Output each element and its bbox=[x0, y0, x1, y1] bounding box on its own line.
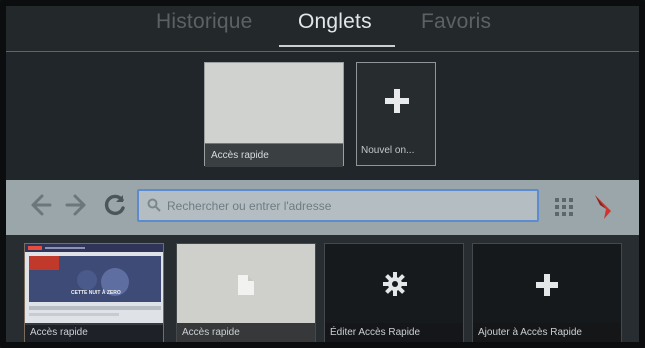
tab-onglets[interactable]: Onglets bbox=[298, 10, 372, 34]
browser-screen: Historique Onglets Favoris Accès rapide … bbox=[0, 0, 645, 348]
add-speed-dial-label: Ajouter à Accès Rapide bbox=[473, 323, 621, 342]
tab-thumbnail bbox=[205, 63, 343, 143]
edit-speed-dial-label: Éditer Accès Rapide bbox=[325, 323, 463, 342]
search-field[interactable] bbox=[137, 189, 539, 222]
thumbnail-headline: CETTE NUIT À ZERO bbox=[71, 290, 121, 296]
address-bar bbox=[6, 180, 639, 235]
tab-tile-speed-dial[interactable]: Accès rapide bbox=[204, 62, 344, 167]
speed-dial-label: Accès rapide bbox=[25, 323, 163, 342]
back-arrow-icon[interactable] bbox=[30, 193, 52, 217]
new-tab-tile[interactable]: Nouvel on... bbox=[356, 62, 436, 166]
gear-icon bbox=[383, 272, 407, 296]
edit-speed-dial-tile[interactable]: Éditer Accès Rapide bbox=[324, 243, 464, 342]
open-tabs-area: Accès rapide Nouvel on... bbox=[6, 52, 639, 180]
plus-icon bbox=[536, 274, 558, 296]
reload-icon[interactable] bbox=[103, 193, 127, 217]
speed-dial-tile-blank[interactable]: Accès rapide bbox=[176, 243, 316, 342]
plus-icon bbox=[385, 89, 409, 113]
apps-grid-icon[interactable] bbox=[554, 197, 574, 217]
speed-dial-area: CETTE NUIT À ZERO Accès rapide Accès rap… bbox=[6, 235, 639, 342]
tab-tile-label: Accès rapide bbox=[205, 143, 343, 167]
search-icon bbox=[147, 198, 161, 212]
search-input[interactable] bbox=[167, 195, 527, 217]
tab-historique[interactable]: Historique bbox=[156, 10, 253, 34]
document-icon bbox=[238, 275, 254, 295]
speed-dial-label: Accès rapide bbox=[177, 323, 315, 342]
new-tab-label: Nouvel on... bbox=[361, 145, 415, 156]
speed-dial-tile-website[interactable]: CETTE NUIT À ZERO Accès rapide bbox=[24, 243, 164, 342]
forward-arrow-icon[interactable] bbox=[65, 193, 87, 217]
website-thumbnail bbox=[25, 244, 163, 325]
tab-bar: Historique Onglets Favoris bbox=[6, 6, 639, 52]
browser-logo-icon[interactable] bbox=[592, 193, 614, 221]
tab-favoris[interactable]: Favoris bbox=[421, 10, 491, 34]
add-speed-dial-tile[interactable]: Ajouter à Accès Rapide bbox=[472, 243, 622, 342]
active-tab-indicator bbox=[279, 45, 395, 47]
